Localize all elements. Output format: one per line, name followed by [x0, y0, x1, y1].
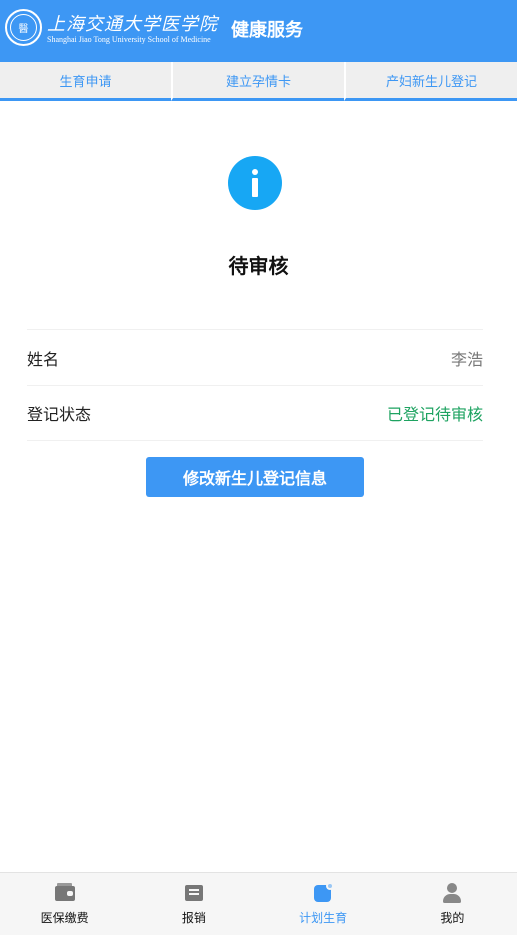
logo-english-name: Shanghai Jiao Tong University School of … [47, 35, 211, 44]
tab-birth-application[interactable]: 生育申请 [0, 62, 171, 101]
nav-item-label: 我的 [440, 911, 465, 925]
report-icon [183, 881, 205, 903]
bottom-nav: 医保缴费 报销 计划生育 我的 [0, 872, 517, 935]
name-value: 李浩 [450, 349, 483, 369]
tab-bar: 生育申请 建立孕情卡 产妇新生儿登记 [0, 62, 517, 101]
registration-status-row: 登记状态 已登记待审核 [27, 385, 483, 441]
status-title: 待审核 [228, 254, 289, 278]
tab-pregnancy-card[interactable]: 建立孕情卡 [171, 62, 344, 101]
app-header: 醫 上海交通大学医学院 Shanghai Jiao Tong Universit… [0, 0, 517, 62]
nav-item-reimbursement[interactable]: 报销 [129, 873, 258, 935]
logo-chinese-name: 上海交通大学医学院 [47, 14, 218, 35]
registration-status-value: 已登记待审核 [386, 405, 483, 424]
edit-newborn-registration-button[interactable]: 修改新生儿登记信息 [146, 457, 364, 497]
nav-item-label: 报销 [181, 911, 206, 925]
nav-item-label: 计划生育 [299, 911, 348, 925]
user-icon [441, 881, 463, 903]
page-title: 健康服务 [231, 20, 303, 41]
seal-icon: 醫 [5, 9, 42, 46]
nav-item-mine[interactable]: 我的 [388, 873, 517, 935]
wallet-icon [54, 881, 76, 903]
nav-item-medical-insurance[interactable]: 医保缴费 [0, 873, 129, 935]
nav-item-family-planning[interactable]: 计划生育 [259, 873, 388, 935]
plan-icon [312, 881, 335, 903]
nav-item-label: 医保缴费 [40, 911, 89, 925]
info-icon [228, 156, 282, 210]
registration-status-label: 登记状态 [27, 405, 92, 424]
name-row: 姓名 李浩 [27, 329, 483, 385]
university-logo: 醫 上海交通大学医学院 Shanghai Jiao Tong Universit… [5, 9, 217, 49]
name-label: 姓名 [27, 349, 60, 369]
tab-newborn-registration[interactable]: 产妇新生儿登记 [344, 62, 517, 101]
